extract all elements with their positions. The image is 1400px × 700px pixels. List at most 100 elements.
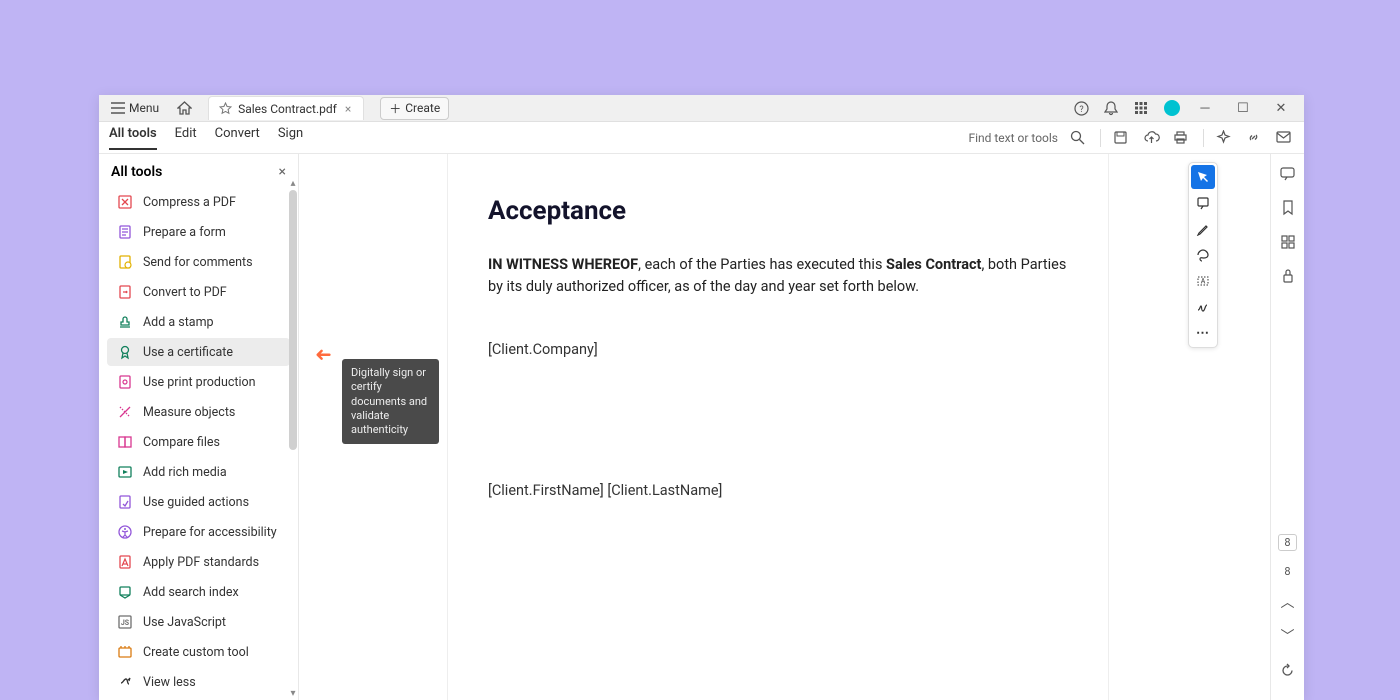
tab-close-button[interactable]: × bbox=[343, 102, 353, 116]
tool-item-search-index[interactable]: Add search index bbox=[107, 578, 290, 606]
tool-item-custom-tool[interactable]: Create custom tool bbox=[107, 638, 290, 666]
create-button[interactable]: ＋ Create bbox=[380, 97, 449, 120]
share-button[interactable] bbox=[1276, 131, 1294, 144]
chevron-up-icon: ︿ bbox=[1281, 592, 1295, 612]
panel-title: All tools bbox=[111, 164, 162, 180]
tab-sign[interactable]: Sign bbox=[278, 126, 303, 150]
link-button[interactable] bbox=[1246, 130, 1264, 145]
home-button[interactable] bbox=[171, 98, 198, 118]
window-close-button[interactable]: ✕ bbox=[1268, 101, 1294, 116]
tab-label: Edit bbox=[175, 126, 197, 141]
link-icon bbox=[1246, 130, 1261, 145]
send-comments-icon bbox=[117, 254, 133, 270]
more-tools[interactable]: ⋯ bbox=[1191, 321, 1215, 345]
search-label: Find text or tools bbox=[968, 131, 1058, 145]
comments-panel-button[interactable] bbox=[1278, 164, 1298, 184]
profile-avatar[interactable] bbox=[1164, 100, 1180, 116]
panel-close-button[interactable]: × bbox=[279, 164, 286, 180]
floating-tools-palette: A ⋯ bbox=[1188, 162, 1218, 348]
comment-tool[interactable] bbox=[1191, 191, 1215, 215]
save-icon bbox=[1113, 130, 1128, 145]
toolbar-divider bbox=[1203, 129, 1204, 147]
bookmark-icon bbox=[1281, 200, 1295, 216]
tool-item-label: Use guided actions bbox=[143, 495, 249, 510]
window-minimize-button[interactable]: ─ bbox=[1192, 100, 1218, 116]
measure-icon bbox=[117, 404, 133, 420]
tab-edit[interactable]: Edit bbox=[175, 126, 197, 150]
draw-tool[interactable] bbox=[1191, 243, 1215, 267]
document-tab[interactable]: Sales Contract.pdf × bbox=[208, 96, 364, 120]
rotate-icon bbox=[1280, 663, 1295, 678]
tool-item-label: Add rich media bbox=[143, 465, 227, 480]
tab-title: Sales Contract.pdf bbox=[238, 102, 337, 116]
tool-item-label: Add search index bbox=[143, 585, 239, 600]
ai-assist-button[interactable] bbox=[1216, 130, 1234, 145]
tool-item-measure[interactable]: Measure objects bbox=[107, 398, 290, 426]
accessibility-icon bbox=[117, 524, 133, 540]
cursor-icon bbox=[1196, 170, 1210, 184]
tab-convert[interactable]: Convert bbox=[215, 126, 260, 150]
attachments-panel-button[interactable] bbox=[1278, 266, 1298, 286]
tool-item-standards[interactable]: Apply PDF standards bbox=[107, 548, 290, 576]
document-page: Acceptance IN WITNESS WHEREOF, each of t… bbox=[447, 154, 1109, 700]
custom-tool-icon bbox=[117, 644, 133, 660]
doc-bold2: Sales Contract bbox=[886, 256, 981, 273]
tool-item-javascript[interactable]: JSUse JavaScript bbox=[107, 608, 290, 636]
highlight-tool[interactable] bbox=[1191, 217, 1215, 241]
window-maximize-button[interactable]: ☐ bbox=[1230, 101, 1256, 116]
tool-item-rich-media[interactable]: Add rich media bbox=[107, 458, 290, 486]
svg-text:A: A bbox=[1201, 278, 1206, 286]
help-button[interactable]: ? bbox=[1074, 101, 1092, 116]
doc-paragraph: IN WITNESS WHEREOF, each of the Parties … bbox=[488, 254, 1068, 299]
speech-icon bbox=[1280, 167, 1296, 182]
tool-item-certificate[interactable]: Use a certificate bbox=[107, 338, 290, 366]
text-tool[interactable]: A bbox=[1191, 269, 1215, 293]
standards-icon bbox=[117, 554, 133, 570]
tool-item-stamp[interactable]: Add a stamp bbox=[107, 308, 290, 336]
tool-item-convert[interactable]: Convert to PDF bbox=[107, 278, 290, 306]
tool-item-form[interactable]: Prepare a form bbox=[107, 218, 290, 246]
page-down-button[interactable]: ﹀ bbox=[1278, 626, 1298, 646]
page-current-input[interactable]: 8 bbox=[1278, 534, 1296, 551]
notifications-button[interactable] bbox=[1104, 101, 1122, 116]
right-rail: 8 8 ︿ ﹀ bbox=[1270, 154, 1304, 700]
tool-item-accessibility[interactable]: Prepare for accessibility bbox=[107, 518, 290, 546]
certificate-icon bbox=[117, 344, 133, 360]
print-button[interactable] bbox=[1173, 130, 1191, 145]
signature-tool[interactable] bbox=[1191, 295, 1215, 319]
tool-item-view-less[interactable]: View less bbox=[107, 668, 290, 696]
doc-bold1: IN WITNESS WHEREOF bbox=[488, 256, 638, 273]
main-area: All tools × Compress a PDFPrepare a form… bbox=[99, 154, 1304, 700]
apps-button[interactable] bbox=[1134, 101, 1152, 115]
tab-all-tools[interactable]: All tools bbox=[109, 126, 157, 150]
cloud-upload-icon bbox=[1143, 131, 1160, 145]
search-icon bbox=[1070, 130, 1085, 145]
thumbnails-panel-button[interactable] bbox=[1278, 232, 1298, 252]
create-label: Create bbox=[405, 101, 440, 115]
cloud-button[interactable] bbox=[1143, 131, 1161, 145]
page-total-label: 8 bbox=[1284, 565, 1290, 578]
rotate-button[interactable] bbox=[1278, 660, 1298, 680]
bell-icon bbox=[1104, 101, 1118, 116]
page-up-button[interactable]: ︿ bbox=[1278, 592, 1298, 612]
tool-item-compress[interactable]: Compress a PDF bbox=[107, 188, 290, 216]
save-button[interactable] bbox=[1113, 130, 1131, 145]
tab-label: Sign bbox=[278, 126, 303, 141]
tool-item-guided[interactable]: Use guided actions bbox=[107, 488, 290, 516]
tool-item-print-production[interactable]: Use print production bbox=[107, 368, 290, 396]
bookmarks-panel-button[interactable] bbox=[1278, 198, 1298, 218]
guided-icon bbox=[117, 494, 133, 510]
select-tool[interactable] bbox=[1191, 165, 1215, 189]
titlebar: Menu Sales Contract.pdf × ＋ Create ? ─ ☐… bbox=[99, 95, 1304, 122]
doc-heading: Acceptance bbox=[488, 196, 1068, 226]
view-less-icon bbox=[117, 674, 133, 690]
tool-item-send-comments[interactable]: Send for comments bbox=[107, 248, 290, 276]
search-button[interactable] bbox=[1070, 130, 1088, 145]
print-production-icon bbox=[117, 374, 133, 390]
menu-button[interactable]: Menu bbox=[105, 98, 165, 118]
tool-item-compare[interactable]: Compare files bbox=[107, 428, 290, 456]
svg-text:?: ? bbox=[1079, 105, 1083, 115]
scrollbar-up-arrow[interactable]: ▴ bbox=[288, 178, 298, 188]
scrollbar-thumb[interactable] bbox=[289, 190, 297, 450]
scrollbar-down-arrow[interactable]: ▾ bbox=[288, 688, 298, 698]
